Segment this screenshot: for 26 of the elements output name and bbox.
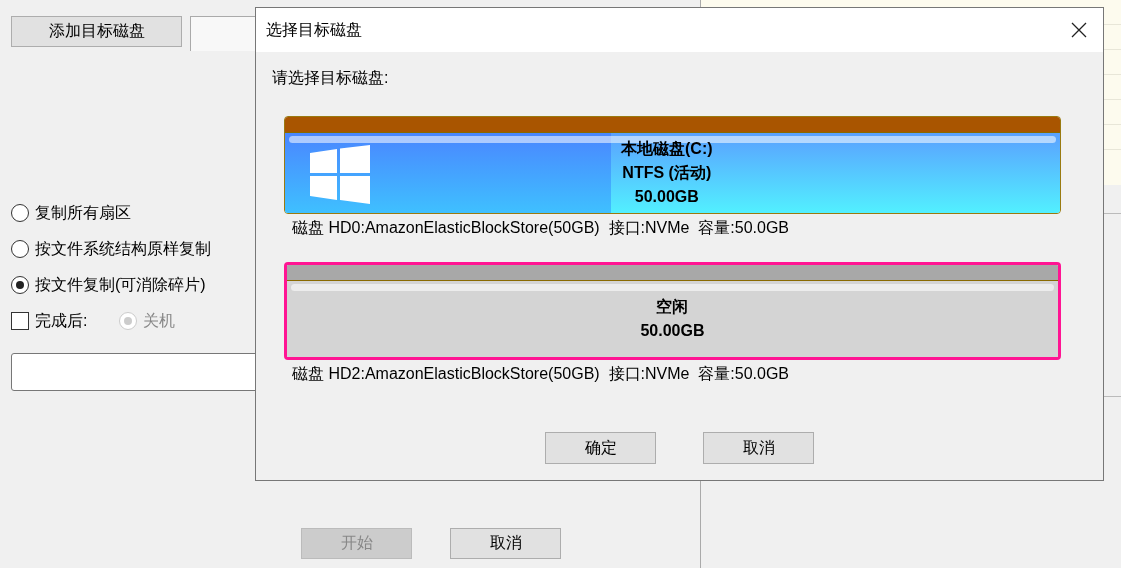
partition-label: 50.00GB (634, 187, 699, 207)
radio-button[interactable] (11, 276, 29, 294)
prompt-text: 请选择目标磁盘: (272, 68, 390, 88)
radio-button[interactable] (11, 204, 29, 222)
add-target-disk-button[interactable]: 添加目标磁盘 (11, 16, 182, 47)
radio-button[interactable] (11, 240, 29, 258)
radio-label: 按文件复制(可消除碎片) (35, 274, 206, 295)
cancel-button[interactable]: 取消 (703, 432, 814, 464)
checkbox-label: 完成后: (35, 310, 88, 331)
windows-logo-icon (309, 145, 371, 205)
ok-button[interactable]: 确定 (545, 432, 656, 464)
cancel-button[interactable]: 取消 (450, 528, 561, 559)
partition-label: 50.00GB (640, 321, 705, 341)
disk-bar[interactable]: 空闲 50.00GB (284, 262, 1061, 360)
radio-label: 按文件系统结构原样复制 (35, 238, 211, 259)
radio-label: 复制所有扇区 (35, 202, 131, 223)
disk-info: 磁盘 HD2:AmazonElasticBlockStore(50GB) 接口:NVMe 容量:50.0GB (292, 364, 791, 384)
dialog-title: 选择目标磁盘 (266, 19, 362, 40)
disk-bar[interactable]: 本地磁盘(C:) NTFS (活动) 50.00GB (284, 116, 1061, 214)
radio-label: 关机 (143, 310, 176, 331)
partition-label: 本地磁盘(C:) (621, 139, 713, 159)
checkbox[interactable] (11, 312, 29, 330)
disk-info: 磁盘 HD0:AmazonElasticBlockStore(50GB) 接口:NVMe 容量:50.0GB (292, 218, 791, 238)
partition-label: NTFS (活动) (622, 163, 712, 183)
close-icon[interactable] (1071, 22, 1087, 38)
partition-label: 空闲 (656, 297, 689, 317)
